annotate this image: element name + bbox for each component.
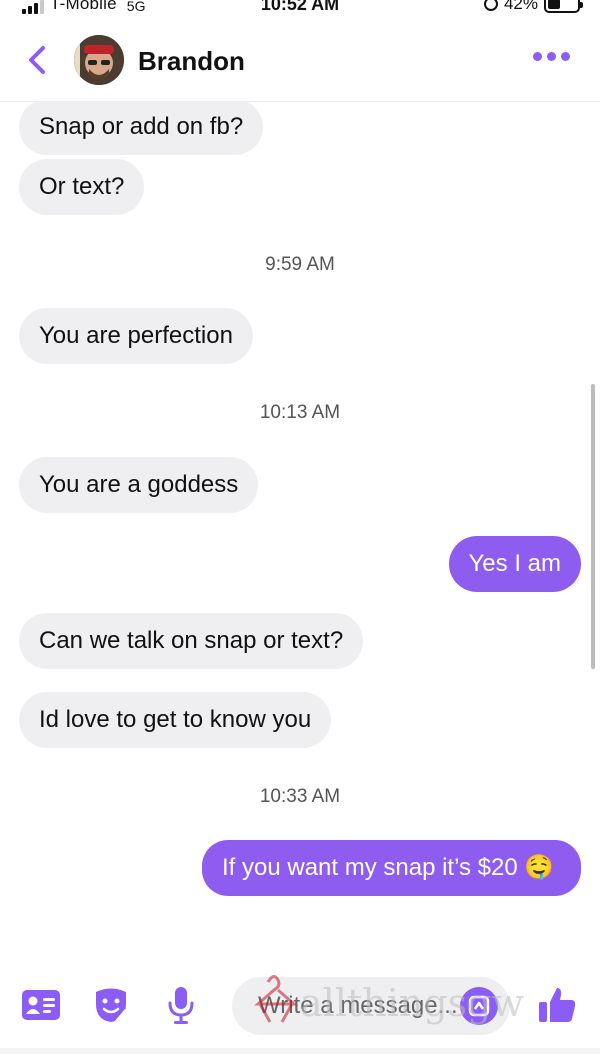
conversation-header: Brandon	[0, 16, 600, 102]
message-timestamp: 9:59 AM	[265, 254, 335, 275]
message-timestamp: 10:33 AM	[259, 786, 341, 807]
orientation-lock-icon	[483, 0, 498, 11]
thumbs-up-button[interactable]	[536, 984, 578, 1026]
status-right: 42%	[483, 0, 583, 14]
incoming-message[interactable]: Can we talk on snap or text?	[19, 613, 364, 669]
outgoing-message[interactable]: If you want my snap it’s $20 🤤	[202, 840, 581, 896]
back-button[interactable]	[22, 43, 52, 77]
incoming-message[interactable]: Id love to get to know you	[19, 692, 332, 748]
message-input[interactable]	[258, 977, 458, 1035]
sticker-button[interactable]	[90, 984, 132, 1026]
home-indicator-area	[0, 1048, 600, 1054]
incoming-message[interactable]: You are a goddess	[19, 457, 259, 513]
contact-card-icon	[22, 990, 60, 1020]
avatar[interactable]	[74, 35, 124, 85]
more-dot	[533, 52, 542, 61]
voice-message-button[interactable]	[160, 984, 202, 1026]
microphone-icon	[168, 987, 194, 1024]
scrollbar[interactable]	[591, 384, 595, 669]
more-options-button[interactable]	[533, 52, 570, 61]
gif-sticker-button[interactable]	[460, 987, 498, 1025]
status-bar: T-Mobile 5G 10:52 AM 42%	[0, 0, 600, 16]
battery-icon	[544, 0, 583, 13]
incoming-message[interactable]: You are perfection	[19, 308, 253, 364]
incoming-message[interactable]: Or text?	[19, 159, 145, 215]
gif-sticker-icon	[468, 995, 490, 1017]
battery-fill	[548, 0, 560, 9]
battery-percentage: 42%	[503, 0, 538, 13]
sticker-icon	[96, 988, 128, 1023]
message-composer: allthingsgw	[0, 950, 600, 1054]
contact-name[interactable]: Brandon	[138, 46, 245, 77]
outgoing-message[interactable]: Yes I am	[448, 536, 581, 592]
incoming-message[interactable]: Snap or add on fb?	[19, 102, 264, 155]
message-thread[interactable]: Snap or add on fb? Or text? 9:59 AM You …	[0, 102, 600, 950]
thumbs-up-icon	[539, 988, 576, 1022]
avatar-image	[74, 35, 124, 85]
more-dot	[561, 52, 570, 61]
more-dot	[547, 52, 556, 61]
contact-card-button[interactable]	[20, 984, 62, 1026]
chevron-left-icon	[29, 46, 45, 74]
message-timestamp: 10:13 AM	[259, 402, 341, 423]
message-input-wrapper	[232, 977, 510, 1035]
